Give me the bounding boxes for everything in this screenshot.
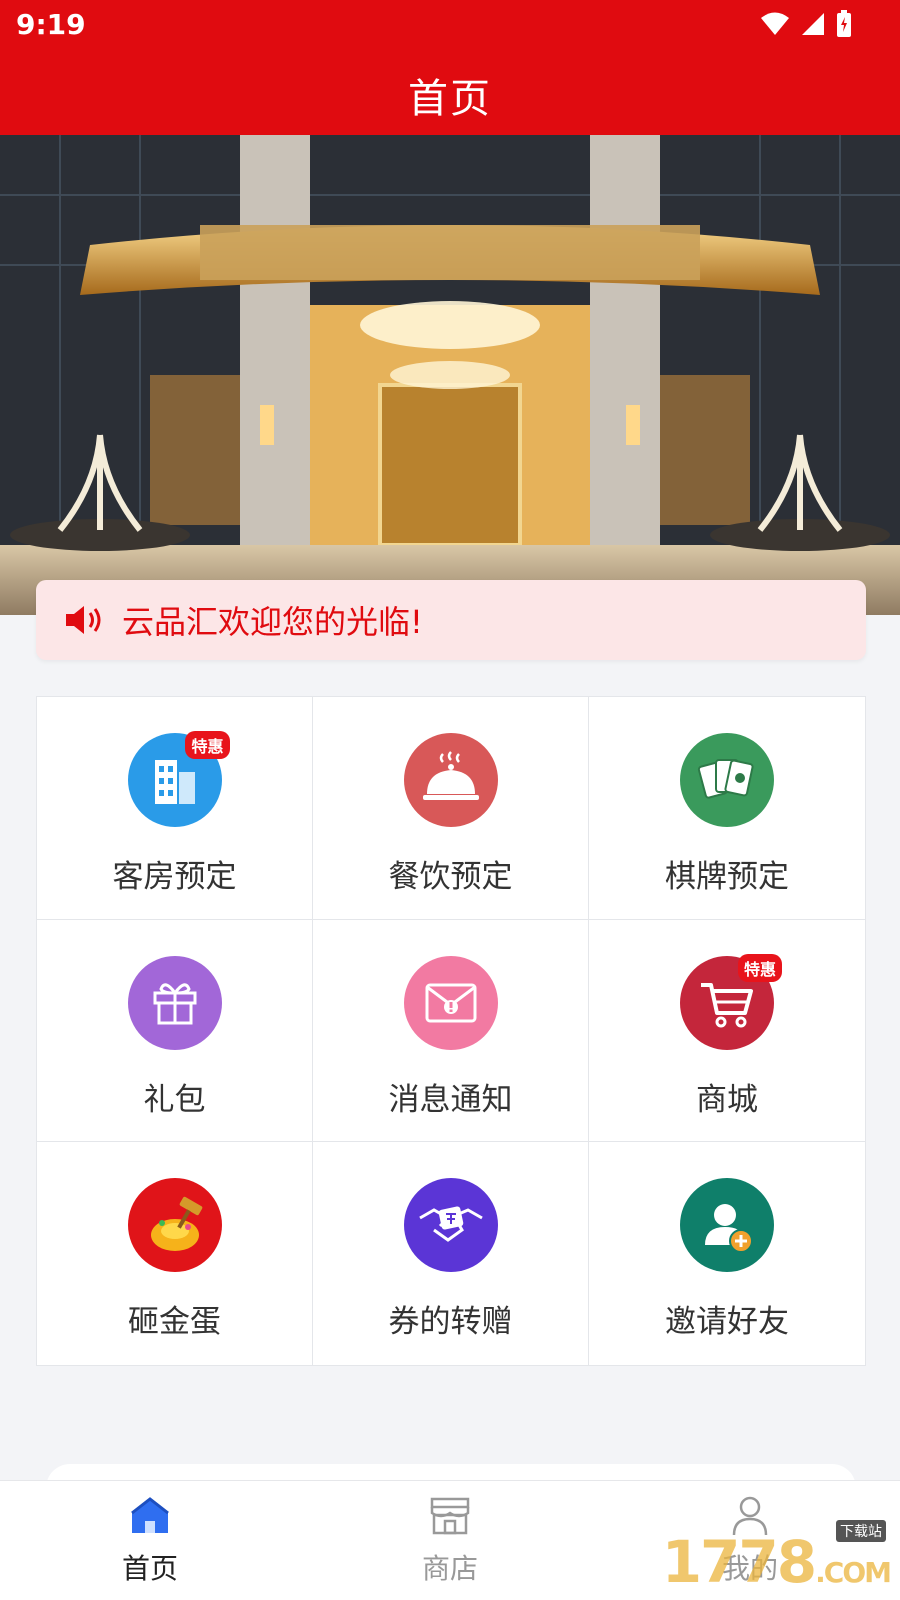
- store-icon: [430, 1497, 470, 1535]
- grid-item-label: 客房预定: [112, 859, 237, 895]
- watermark-tail: .COM: [815, 1556, 892, 1589]
- watermark-number: 1778: [661, 1528, 817, 1596]
- battery-icon: [837, 10, 851, 37]
- golden-egg-hammer-icon: [127, 1178, 222, 1273]
- grid-item-label: 礼包: [143, 1081, 206, 1118]
- grid-item-gift-pack[interactable]: 礼包: [37, 919, 313, 1143]
- grid-item-invite-friend[interactable]: 邀请好友: [589, 1142, 865, 1365]
- dining-cloche-icon: [403, 733, 498, 827]
- status-time: 9:19: [16, 8, 86, 41]
- announcement-text: 云品汇欢迎您的光临!: [122, 603, 423, 641]
- grid-item-dining-booking[interactable]: 餐饮预定: [313, 697, 589, 920]
- grid-item-chess-card-booking[interactable]: 棋牌预定: [589, 697, 865, 920]
- hotel-banner-image[interactable]: [0, 135, 900, 615]
- grid-item-message-notice[interactable]: 消息通知: [313, 919, 589, 1143]
- grid-item-golden-egg[interactable]: 砸金蛋: [37, 1142, 313, 1365]
- grid-item-coupon-transfer[interactable]: 券的转赠: [313, 1142, 589, 1365]
- special-offer-badge: 特惠: [185, 731, 230, 759]
- coupon-handshake-icon: [403, 1178, 498, 1273]
- status-icons: [760, 10, 852, 38]
- grid-item-mall[interactable]: 特惠 商城: [589, 920, 865, 1143]
- special-offer-badge: 特惠: [737, 953, 782, 982]
- grid-item-label: 餐饮预定: [388, 859, 513, 895]
- page-title: 首页: [408, 76, 492, 122]
- grid-item-label: 邀请好友: [665, 1304, 789, 1341]
- invite-friend-icon: [680, 1178, 774, 1273]
- app-header: 9:19 首页: [0, 0, 900, 135]
- grid-item-label: 砸金蛋: [128, 1304, 221, 1341]
- signal-icon: [802, 13, 824, 35]
- grid-item-room-booking[interactable]: 特惠 客房预定: [37, 697, 313, 920]
- grid-item-label: 商城: [696, 1081, 758, 1118]
- gift-box-icon: [127, 955, 222, 1050]
- wifi-icon: [761, 12, 789, 35]
- home-icon: [131, 1497, 169, 1533]
- grid-item-label: 消息通知: [388, 1081, 513, 1118]
- announcement-bar[interactable]: 云品汇欢迎您的光临!: [36, 580, 866, 660]
- bottom-tab-bar: 首页 商店 我的 下载站 1778.COM: [0, 1480, 900, 1600]
- hotel-entrance-illustration: [0, 135, 900, 615]
- feature-grid: 特惠 客房预定 餐饮预定 棋牌预定 礼包 消息通知 特惠 商城 砸金蛋 券的转赠…: [36, 696, 866, 1366]
- playing-cards-icon: [680, 733, 774, 827]
- tab-home[interactable]: 首页: [0, 1481, 300, 1600]
- grid-item-label: 券的转赠: [388, 1304, 513, 1341]
- shopping-cart-icon: 特惠: [680, 953, 782, 1050]
- tab-store[interactable]: 商店: [300, 1481, 600, 1600]
- tab-label: 首页: [121, 1552, 178, 1585]
- hotel-building-icon: 特惠: [127, 731, 230, 827]
- site-watermark: 1778.COM: [661, 1528, 892, 1596]
- grid-item-label: 棋牌预定: [665, 859, 789, 895]
- speaker-icon: [66, 606, 101, 634]
- message-envelope-icon: [403, 955, 498, 1050]
- tab-label: 商店: [421, 1552, 478, 1585]
